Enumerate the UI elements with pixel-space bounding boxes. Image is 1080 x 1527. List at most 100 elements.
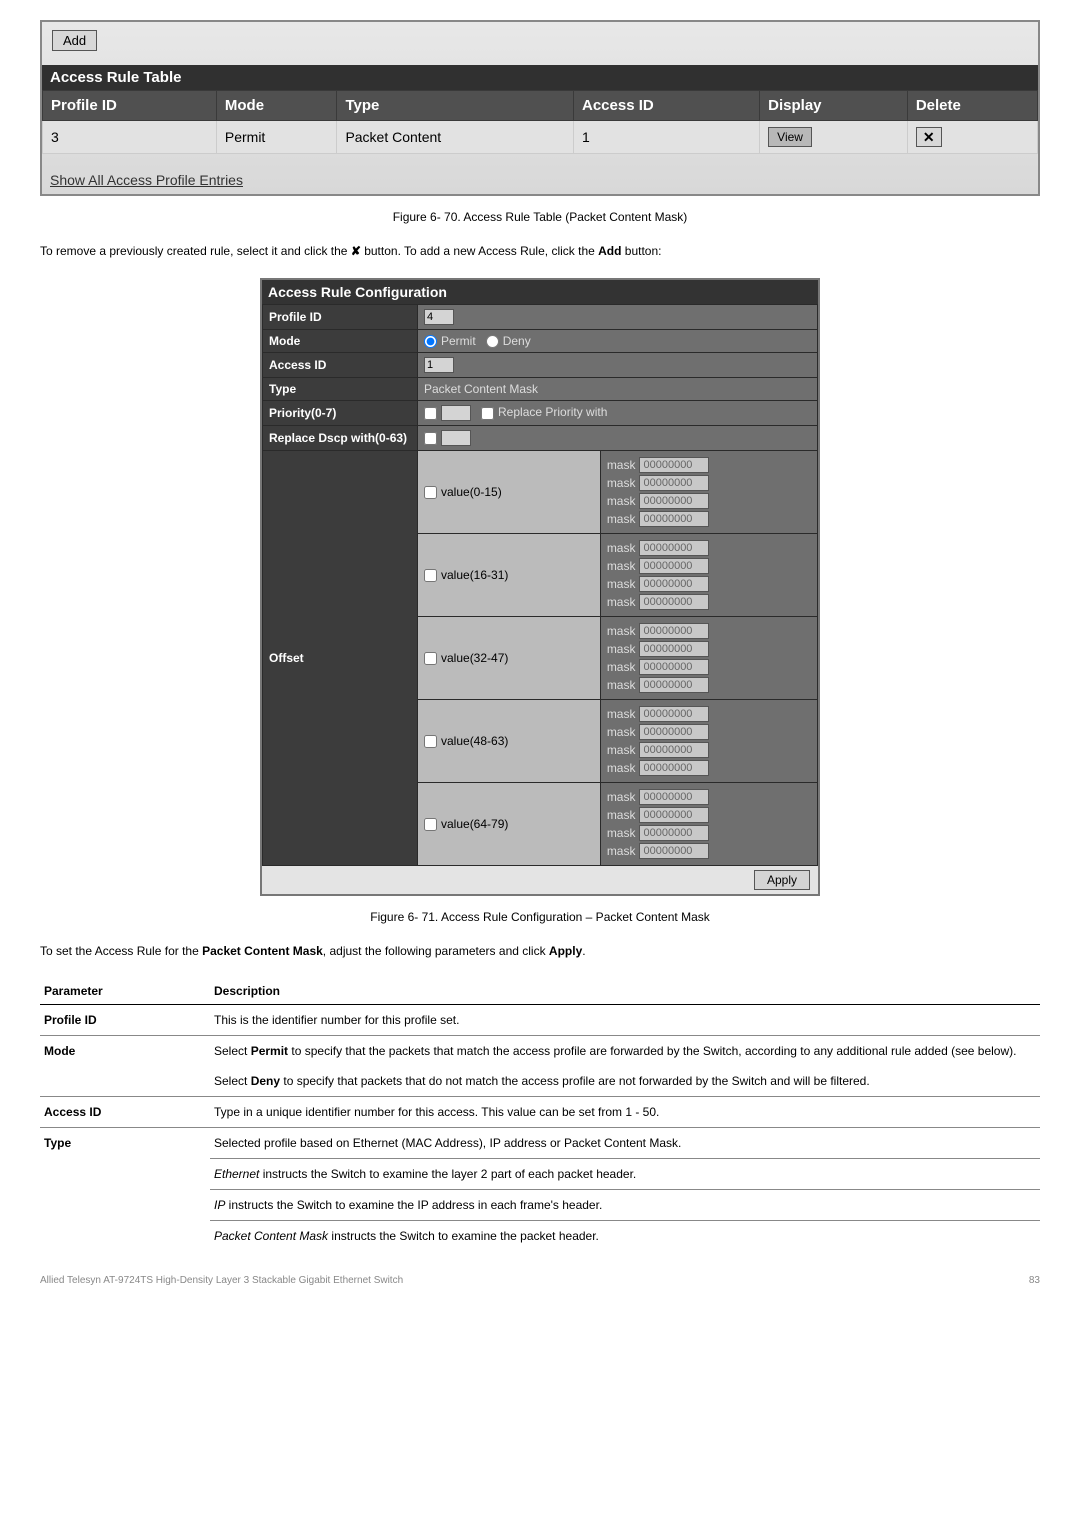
deny-radio-label: Deny — [503, 334, 531, 348]
page-footer: Allied Telesyn AT-9724TS High-Density La… — [40, 1275, 1040, 1286]
priority-input[interactable] — [441, 405, 471, 421]
param-name: Profile ID — [40, 1005, 210, 1036]
value-64-79-label: value(64-79) — [441, 817, 508, 831]
param-desc: Select Deny to specify that packets that… — [210, 1066, 1040, 1097]
mask-input[interactable] — [639, 789, 709, 805]
param-desc: Type in a unique identifier number for t… — [210, 1097, 1040, 1128]
mask-input[interactable] — [639, 807, 709, 823]
show-all-link[interactable]: Show All Access Profile Entries — [42, 154, 1038, 194]
replace-dscp-checkbox[interactable] — [424, 432, 437, 445]
value-0-15-checkbox[interactable] — [424, 486, 437, 499]
mask-input[interactable] — [639, 623, 709, 639]
instruction-set-rule: To set the Access Rule for the Packet Co… — [40, 944, 1040, 958]
mask-input[interactable] — [639, 493, 709, 509]
apply-button[interactable]: Apply — [754, 870, 810, 890]
value-32-47-label: value(32-47) — [441, 651, 508, 665]
col-type: Type — [337, 91, 574, 121]
type-label: Type — [263, 378, 418, 401]
footer-left: Allied Telesyn AT-9724TS High-Density La… — [40, 1275, 403, 1286]
value-48-63-checkbox[interactable] — [424, 735, 437, 748]
priority-label: Priority(0-7) — [263, 401, 418, 426]
profile-id-label: Profile ID — [263, 305, 418, 330]
access-id-input[interactable] — [424, 357, 454, 373]
cell-profile-id: 3 — [43, 121, 217, 154]
param-desc: Packet Content Mask instructs the Switch… — [210, 1221, 1040, 1252]
footer-page-number: 83 — [1029, 1275, 1040, 1286]
mask-input[interactable] — [639, 457, 709, 473]
col-display: Display — [760, 91, 908, 121]
replace-dscp-label: Replace Dscp with(0-63) — [263, 426, 418, 451]
offset-label: Offset — [263, 451, 418, 866]
param-desc: Ethernet instructs the Switch to examine… — [210, 1159, 1040, 1190]
cell-access-id: 1 — [574, 121, 760, 154]
value-32-47-checkbox[interactable] — [424, 652, 437, 665]
replace-priority-checkbox[interactable] — [481, 407, 494, 420]
value-16-31-checkbox[interactable] — [424, 569, 437, 582]
param-name: Access ID — [40, 1097, 210, 1128]
permit-radio[interactable] — [424, 335, 437, 348]
access-rule-config-panel: Access Rule Configuration Profile ID Mod… — [260, 278, 820, 896]
mask-input[interactable] — [639, 677, 709, 693]
mask-input[interactable] — [639, 576, 709, 592]
type-value: Packet Content Mask — [418, 378, 818, 401]
param-row: Type Selected profile based on Ethernet … — [40, 1128, 1040, 1159]
mask-input[interactable] — [639, 825, 709, 841]
config-title: Access Rule Configuration — [262, 280, 818, 304]
access-id-label: Access ID — [263, 353, 418, 378]
col-access-id: Access ID — [574, 91, 760, 121]
param-desc: IP instructs the Switch to examine the I… — [210, 1190, 1040, 1221]
mask-input[interactable] — [639, 540, 709, 556]
figure-caption-71: Figure 6- 71. Access Rule Configuration … — [40, 910, 1040, 924]
value-64-79-checkbox[interactable] — [424, 818, 437, 831]
cell-mode: Permit — [216, 121, 337, 154]
value-48-63-label: value(48-63) — [441, 734, 508, 748]
mask-group-3: mask mask mask mask — [600, 700, 817, 783]
mask-group-2: mask mask mask mask — [600, 617, 817, 700]
replace-priority-label: Replace Priority with — [498, 405, 607, 419]
value-16-31-label: value(16-31) — [441, 568, 508, 582]
mask-input[interactable] — [639, 511, 709, 527]
param-row: IP instructs the Switch to examine the I… — [40, 1190, 1040, 1221]
add-button[interactable]: Add — [52, 30, 97, 51]
parameter-table: Parameter Description Profile ID This is… — [40, 978, 1040, 1251]
col-delete: Delete — [907, 91, 1037, 121]
value-0-15-label: value(0-15) — [441, 485, 502, 499]
cell-type: Packet Content — [337, 121, 574, 154]
param-row: Profile ID This is the identifier number… — [40, 1005, 1040, 1036]
param-row: Access ID Type in a unique identifier nu… — [40, 1097, 1040, 1128]
access-rule-table-title: Access Rule Table — [42, 65, 1038, 90]
param-header-desc: Description — [210, 978, 1040, 1005]
param-name: Type — [40, 1128, 210, 1159]
mask-input[interactable] — [639, 724, 709, 740]
param-row: Ethernet instructs the Switch to examine… — [40, 1159, 1040, 1190]
param-name — [40, 1190, 210, 1221]
mask-input[interactable] — [639, 641, 709, 657]
mask-group-0: mask mask mask mask — [600, 451, 817, 534]
mask-input[interactable] — [639, 558, 709, 574]
instruction-remove-add: To remove a previously created rule, sel… — [40, 244, 1040, 258]
param-name — [40, 1066, 210, 1097]
mask-input[interactable] — [639, 742, 709, 758]
access-rule-table: Profile ID Mode Type Access ID Display D… — [42, 90, 1038, 154]
mask-input[interactable] — [639, 706, 709, 722]
replace-dscp-input[interactable] — [441, 430, 471, 446]
param-row: Mode Select Permit to specify that the p… — [40, 1036, 1040, 1067]
param-name — [40, 1221, 210, 1252]
mode-label: Mode — [263, 330, 418, 353]
param-name: Mode — [40, 1036, 210, 1067]
priority-checkbox[interactable] — [424, 407, 437, 420]
deny-radio[interactable] — [486, 335, 499, 348]
profile-id-input[interactable] — [424, 309, 454, 325]
permit-radio-label: Permit — [441, 334, 476, 348]
col-mode: Mode — [216, 91, 337, 121]
mask-input[interactable] — [639, 475, 709, 491]
view-button[interactable]: View — [768, 127, 812, 147]
mask-input[interactable] — [639, 760, 709, 776]
mask-input[interactable] — [639, 659, 709, 675]
mask-input[interactable] — [639, 843, 709, 859]
param-row: Select Deny to specify that packets that… — [40, 1066, 1040, 1097]
mask-input[interactable] — [639, 594, 709, 610]
param-desc: Selected profile based on Ethernet (MAC … — [210, 1128, 1040, 1159]
delete-button[interactable]: ✕ — [916, 127, 942, 147]
access-rule-table-panel: Add Access Rule Table Profile ID Mode Ty… — [40, 20, 1040, 196]
